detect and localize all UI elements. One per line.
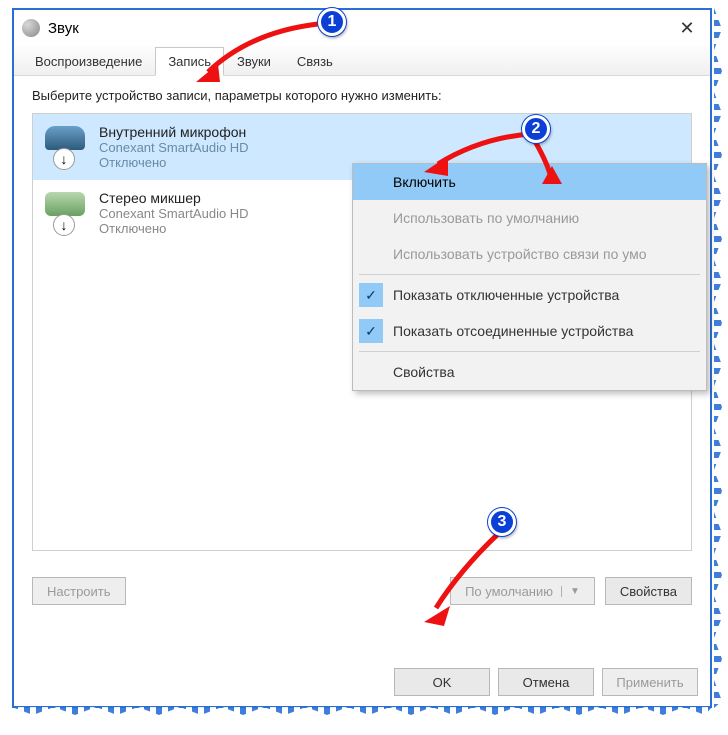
menu-show-disabled[interactable]: ✓ Показать отключенные устройства bbox=[353, 277, 706, 313]
device-context-menu: Включить Использовать по умолчанию Испол… bbox=[352, 163, 707, 391]
frayed-edge-decoration bbox=[714, 8, 722, 708]
device-status: Отключено bbox=[99, 221, 249, 236]
tab-communications[interactable]: Связь bbox=[284, 47, 346, 76]
annotation-badge-2: 2 bbox=[522, 115, 550, 143]
device-name: Внутренний микрофон bbox=[99, 124, 249, 140]
menu-set-comm-default[interactable]: Использовать устройство связи по умо bbox=[353, 236, 706, 272]
set-default-label: По умолчанию bbox=[465, 584, 553, 599]
set-default-button[interactable]: По умолчанию ▼ bbox=[450, 577, 595, 605]
apply-button[interactable]: Применить bbox=[602, 668, 698, 696]
frayed-edge-decoration bbox=[12, 707, 712, 715]
tab-strip: Воспроизведение Запись Звуки Связь bbox=[14, 46, 710, 76]
menu-show-disconnected[interactable]: ✓ Показать отсоединенные устройства bbox=[353, 313, 706, 349]
device-name: Стерео микшер bbox=[99, 190, 249, 206]
dialog-button-row: OK Отмена Применить bbox=[394, 668, 698, 696]
menu-separator bbox=[359, 274, 700, 275]
menu-enable[interactable]: Включить bbox=[353, 164, 706, 200]
configure-button[interactable]: Настроить bbox=[32, 577, 126, 605]
microphone-icon: ↓ bbox=[45, 124, 89, 168]
tab-playback[interactable]: Воспроизведение bbox=[22, 47, 155, 76]
tab-recording[interactable]: Запись bbox=[155, 47, 224, 76]
cancel-button[interactable]: Отмена bbox=[498, 668, 594, 696]
check-icon: ✓ bbox=[359, 319, 383, 343]
menu-separator bbox=[359, 351, 700, 352]
sound-icon bbox=[22, 19, 40, 37]
mixer-icon: ↓ bbox=[45, 190, 89, 234]
tab-sounds[interactable]: Звуки bbox=[224, 47, 284, 76]
device-status: Отключено bbox=[99, 155, 249, 170]
menu-label: Показать отключенные устройства bbox=[393, 287, 619, 303]
window-title: Звук bbox=[48, 20, 79, 37]
device-vendor: Conexant SmartAudio HD bbox=[99, 206, 249, 221]
chevron-down-icon: ▼ bbox=[561, 586, 580, 597]
close-button[interactable]: ✕ bbox=[672, 18, 702, 39]
instruction-text: Выберите устройство записи, параметры ко… bbox=[32, 88, 692, 103]
menu-label: Показать отсоединенные устройства bbox=[393, 323, 633, 339]
menu-properties[interactable]: Свойства bbox=[353, 354, 706, 390]
properties-button[interactable]: Свойства bbox=[605, 577, 692, 605]
disabled-badge-icon: ↓ bbox=[53, 214, 75, 236]
check-icon: ✓ bbox=[359, 283, 383, 307]
annotation-badge-1: 1 bbox=[318, 8, 346, 36]
menu-set-default[interactable]: Использовать по умолчанию bbox=[353, 200, 706, 236]
device-vendor: Conexant SmartAudio HD bbox=[99, 140, 249, 155]
annotation-badge-3: 3 bbox=[488, 508, 516, 536]
lower-button-row: Настроить По умолчанию ▼ Свойства bbox=[14, 563, 710, 605]
disabled-badge-icon: ↓ bbox=[53, 148, 75, 170]
titlebar: Звук ✕ bbox=[14, 10, 710, 46]
ok-button[interactable]: OK bbox=[394, 668, 490, 696]
